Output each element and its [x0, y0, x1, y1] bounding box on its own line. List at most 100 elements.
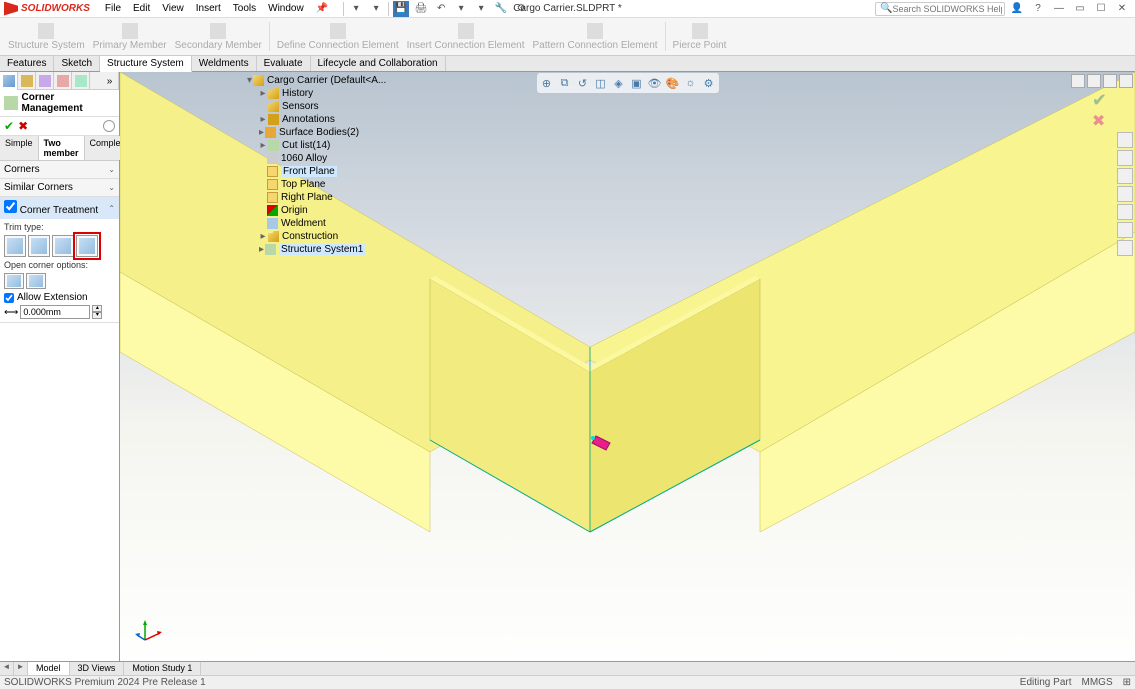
- menu-view[interactable]: View: [157, 1, 189, 16]
- corner-treatment-checkbox[interactable]: [4, 200, 17, 213]
- section-view-icon[interactable]: ◫: [593, 75, 609, 91]
- rib-pattern-connection[interactable]: Pattern Connection Element: [528, 20, 661, 53]
- btab-3d-views[interactable]: 3D Views: [70, 662, 125, 675]
- undo-button[interactable]: ↶: [433, 1, 449, 17]
- menu-file[interactable]: File: [100, 1, 126, 16]
- tree-sensors[interactable]: Sensors: [257, 100, 345, 113]
- confirm-ok-icon[interactable]: ✔: [1092, 90, 1107, 111]
- new-button[interactable]: ▾: [348, 1, 364, 17]
- open-corner-1[interactable]: [4, 273, 24, 289]
- fm-tab-display[interactable]: [72, 72, 90, 90]
- rib-secondary-member[interactable]: Secondary Member: [171, 20, 266, 53]
- subtab-simple[interactable]: Simple: [0, 136, 39, 160]
- tree-front-plane[interactable]: Front Plane: [257, 165, 345, 178]
- tree-annotations[interactable]: ▸Annotations: [257, 113, 345, 126]
- menu-insert[interactable]: Insert: [191, 1, 226, 16]
- trim-type-4[interactable]: [76, 235, 98, 257]
- btab-next[interactable]: ►: [14, 662, 28, 675]
- confirm-cancel-icon[interactable]: ✖: [1092, 111, 1107, 131]
- login-icon[interactable]: 👤: [1008, 2, 1026, 16]
- apply-scene-icon[interactable]: ☼: [683, 75, 699, 91]
- help-icon[interactable]: ?: [1029, 2, 1047, 16]
- offset-input[interactable]: [20, 305, 90, 319]
- 3d-viewport[interactable]: ▾Cargo Carrier (Default<A... ▸History Se…: [120, 72, 1135, 675]
- fm-tab-config[interactable]: [36, 72, 54, 90]
- tab-lifecycle[interactable]: Lifecycle and Collaboration: [311, 56, 446, 71]
- tree-structure-system[interactable]: ▸Structure System1: [257, 243, 345, 256]
- rebuild-button[interactable]: 🔧: [493, 1, 509, 17]
- tree-cutlist[interactable]: ▸Cut list(14): [257, 139, 345, 152]
- search-input[interactable]: [892, 4, 1002, 14]
- taskpane-resources-icon[interactable]: [1117, 150, 1133, 166]
- close-button[interactable]: ✕: [1113, 2, 1131, 16]
- tree-history[interactable]: ▸History: [257, 87, 345, 100]
- view-triad[interactable]: [135, 615, 165, 645]
- tree-construction[interactable]: ▸Construction: [257, 230, 345, 243]
- subtab-two-member[interactable]: Two member: [39, 136, 85, 160]
- maximize-button[interactable]: ☐: [1092, 2, 1110, 16]
- open-button[interactable]: ▾: [368, 1, 384, 17]
- pm-pushpin-icon[interactable]: [103, 120, 115, 132]
- minimize-button[interactable]: —: [1050, 2, 1068, 16]
- trim-type-3[interactable]: [52, 235, 74, 257]
- menu-edit[interactable]: Edit: [128, 1, 155, 16]
- trim-type-1[interactable]: [4, 235, 26, 257]
- save-button[interactable]: 💾: [393, 1, 409, 17]
- taskpane-view-palette-icon[interactable]: [1117, 204, 1133, 220]
- rib-pierce-point[interactable]: Pierce Point: [669, 20, 731, 53]
- tab-sketch[interactable]: Sketch: [54, 56, 100, 71]
- restore-button[interactable]: ▭: [1071, 2, 1089, 16]
- pm-cancel-button[interactable]: ✖: [18, 119, 28, 133]
- fm-tab-property-manager[interactable]: [18, 72, 36, 90]
- tab-features[interactable]: Features: [0, 56, 54, 71]
- taskpane-custom-props-icon[interactable]: [1117, 240, 1133, 256]
- rib-primary-member[interactable]: Primary Member: [89, 20, 171, 53]
- prev-view-icon[interactable]: ↺: [575, 75, 591, 91]
- tree-top-plane[interactable]: Top Plane: [257, 178, 345, 191]
- vp-maximize[interactable]: [1103, 74, 1117, 88]
- tree-weldment[interactable]: Weldment: [257, 217, 345, 230]
- tab-weldments[interactable]: Weldments: [192, 56, 257, 71]
- vp-restore[interactable]: [1087, 74, 1101, 88]
- section-similar-header[interactable]: Similar Corners⌄: [0, 179, 119, 196]
- display-style-icon[interactable]: ▣: [629, 75, 645, 91]
- redo-button[interactable]: ▾: [453, 1, 469, 17]
- spinner-up[interactable]: ▴: [92, 305, 102, 312]
- allow-extension-checkbox[interactable]: [4, 293, 14, 303]
- vp-close[interactable]: [1119, 74, 1133, 88]
- select-button[interactable]: ▾: [473, 1, 489, 17]
- menu-pin-icon[interactable]: 📌: [311, 1, 333, 16]
- taskpane-appearances-icon[interactable]: [1117, 222, 1133, 238]
- trim-type-2[interactable]: [28, 235, 50, 257]
- btab-prev[interactable]: ◄: [0, 662, 14, 675]
- section-corners-header[interactable]: Corners⌄: [0, 161, 119, 178]
- taskpane-file-explorer-icon[interactable]: [1117, 186, 1133, 202]
- help-search[interactable]: 🔍: [875, 2, 1005, 16]
- tab-structure-system[interactable]: Structure System: [100, 56, 192, 72]
- tree-origin[interactable]: Origin: [257, 204, 345, 217]
- open-corner-2[interactable]: [26, 273, 46, 289]
- edit-appearance-icon[interactable]: 🎨: [665, 75, 681, 91]
- tree-root[interactable]: ▾Cargo Carrier (Default<A...: [245, 74, 345, 87]
- menu-window[interactable]: Window: [263, 1, 309, 16]
- spinner-down[interactable]: ▾: [92, 312, 102, 319]
- menu-tools[interactable]: Tools: [228, 1, 261, 16]
- fm-tab-feature-tree[interactable]: [0, 72, 18, 90]
- rib-structure-system[interactable]: Structure System: [4, 20, 89, 53]
- vp-minimize[interactable]: [1071, 74, 1085, 88]
- fm-tab-dimxpert[interactable]: [54, 72, 72, 90]
- status-custom-icon[interactable]: ⊞: [1123, 677, 1131, 688]
- taskpane-design-library-icon[interactable]: [1117, 168, 1133, 184]
- tree-right-plane[interactable]: Right Plane: [257, 191, 345, 204]
- hide-show-icon[interactable]: 👁: [647, 75, 663, 91]
- btab-motion-study[interactable]: Motion Study 1: [124, 662, 201, 675]
- fm-tab-expand[interactable]: »: [101, 72, 119, 90]
- status-units[interactable]: MMGS: [1082, 677, 1113, 688]
- tab-evaluate[interactable]: Evaluate: [257, 56, 311, 71]
- rib-define-connection[interactable]: Define Connection Element: [273, 20, 403, 53]
- zoom-area-icon[interactable]: ⧉: [557, 75, 573, 91]
- print-button[interactable]: 🖨: [413, 1, 429, 17]
- view-settings-icon[interactable]: ⚙: [701, 75, 717, 91]
- btab-model[interactable]: Model: [28, 662, 70, 675]
- zoom-fit-icon[interactable]: ⊕: [539, 75, 555, 91]
